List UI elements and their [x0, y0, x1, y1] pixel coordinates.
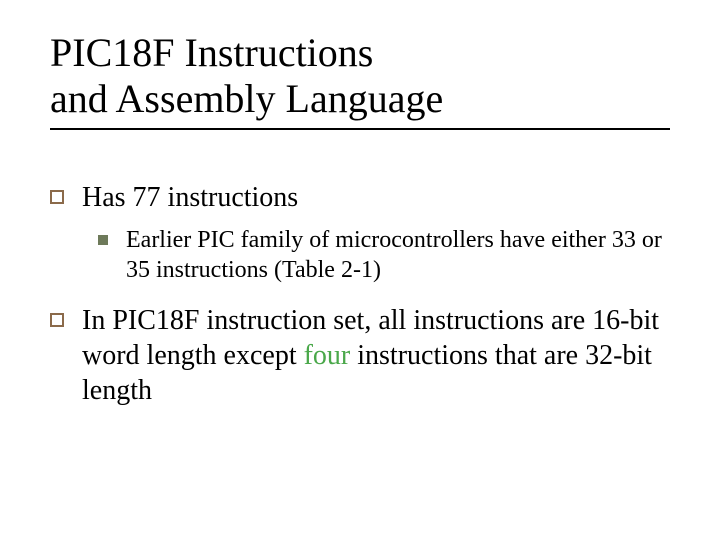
title-line-1: PIC18F Instructions — [50, 30, 373, 75]
bullet-text: In PIC18F instruction set, all instructi… — [82, 303, 670, 408]
bullet-text: Has 77 instructions — [82, 180, 670, 215]
bullet-level2: Earlier PIC family of microcontrollers h… — [98, 225, 670, 285]
slide: PIC18F Instructions and Assembly Languag… — [0, 0, 720, 540]
title-line-2: and Assembly Language — [50, 76, 443, 121]
bullet-text: Earlier PIC family of microcontrollers h… — [126, 225, 670, 285]
square-bullet-icon — [50, 313, 64, 327]
bullet-level1: Has 77 instructions — [50, 180, 670, 215]
slide-title: PIC18F Instructions and Assembly Languag… — [50, 30, 670, 130]
bullet-level1: In PIC18F instruction set, all instructi… — [50, 303, 670, 408]
square-bullet-icon — [50, 190, 64, 204]
square-bullet-icon — [98, 235, 108, 245]
bullet-text-highlight: four — [304, 340, 351, 371]
slide-body: Has 77 instructions Earlier PIC family o… — [50, 180, 670, 408]
